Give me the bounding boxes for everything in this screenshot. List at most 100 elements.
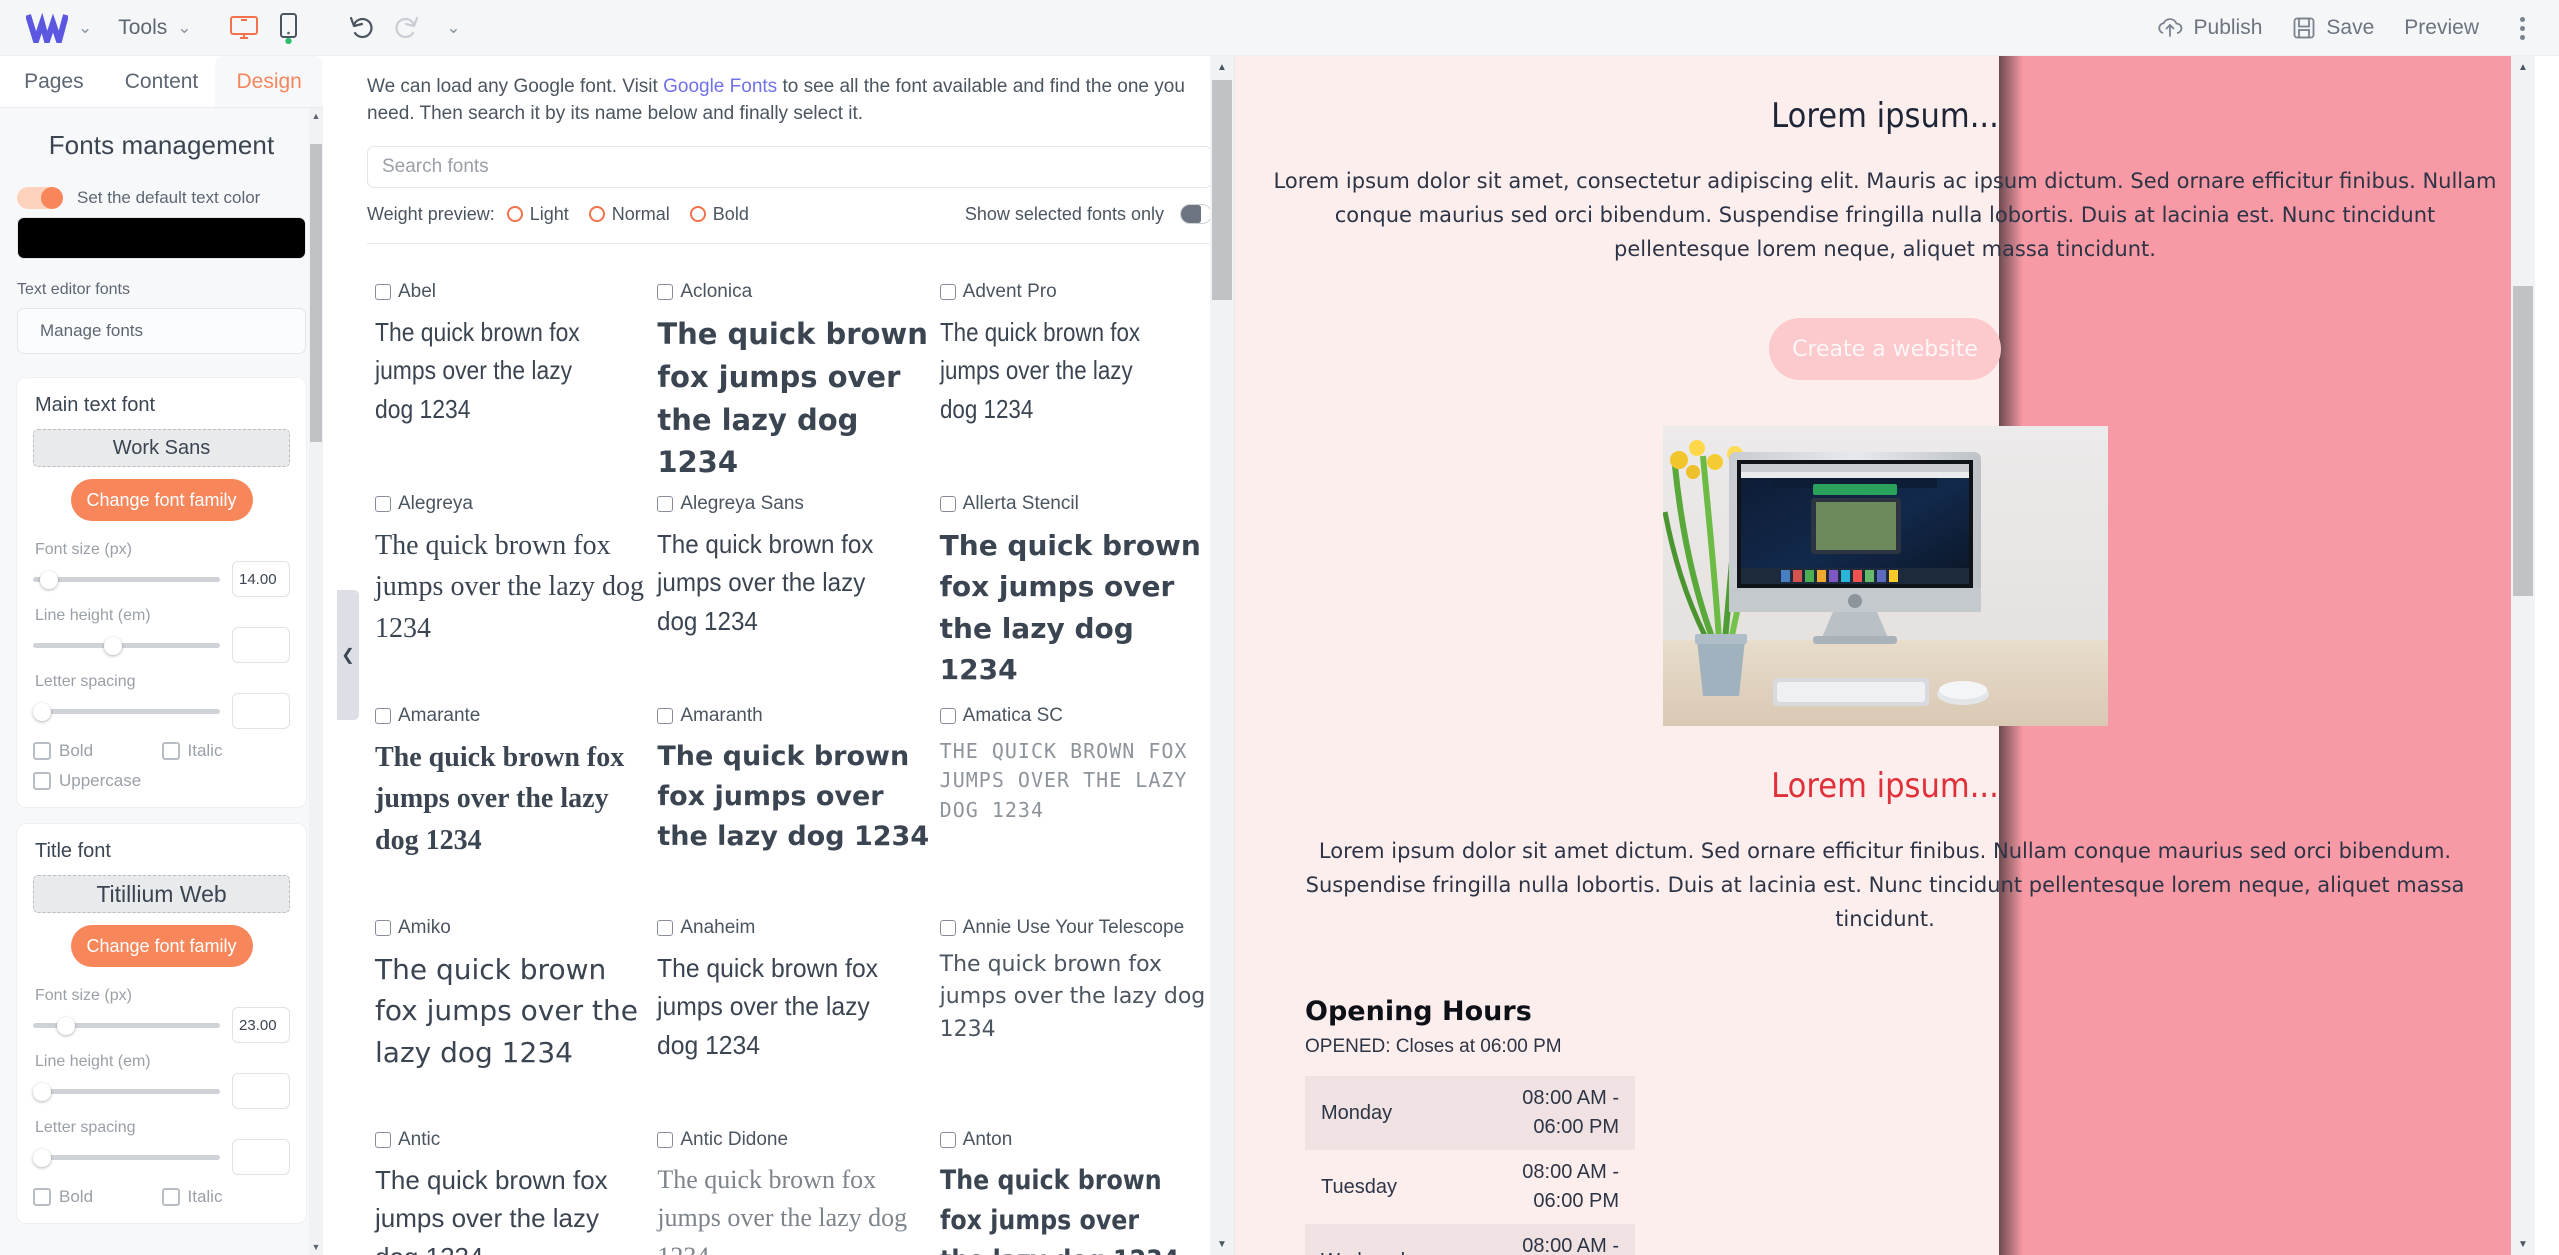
title-change-font-family-button[interactable]: Change font family: [70, 925, 253, 967]
tools-menu[interactable]: Tools ⌄: [118, 16, 191, 40]
panel-collapse-handle[interactable]: ❮: [337, 590, 359, 720]
title-bold-checkbox[interactable]: Bold: [33, 1187, 162, 1207]
tab-pages[interactable]: Pages: [0, 56, 108, 107]
title-italic-checkbox[interactable]: Italic: [161, 1187, 291, 1207]
font-item[interactable]: Antic Didone The quick brown fox jumps o…: [657, 1128, 929, 1255]
font-item[interactable]: Alegreya Sans The quick brown fox jumps …: [657, 492, 929, 704]
font-checkbox[interactable]: [375, 707, 391, 724]
main-change-font-family-button[interactable]: Change font family: [70, 479, 253, 521]
preview-section2-heading[interactable]: Lorem ipsum...: [1300, 766, 2470, 806]
scrollbar-thumb[interactable]: [310, 144, 322, 442]
title-font-name[interactable]: Titillium Web: [33, 875, 290, 913]
font-item[interactable]: Allerta Stencil The quick brown fox jump…: [939, 492, 1212, 704]
title-font-size-input[interactable]: 23.00: [232, 1007, 290, 1043]
font-item[interactable]: Alegreya The quick brown fox jumps over …: [375, 492, 647, 704]
undo-button[interactable]: [340, 8, 384, 48]
manage-fonts-button[interactable]: Manage fonts: [17, 308, 306, 354]
main-text-font-name[interactable]: Work Sans: [33, 429, 290, 467]
font-item[interactable]: Antic The quick brown fox jumps over the…: [375, 1128, 647, 1255]
font-item[interactable]: Amatica SC The quick brown fox jumps ove…: [939, 704, 1212, 916]
font-checkbox[interactable]: [657, 1131, 674, 1148]
main-uppercase-checkbox[interactable]: Uppercase: [33, 771, 162, 791]
imac-on-desk-photo[interactable]: [1662, 426, 2108, 727]
opening-hours-title[interactable]: Opening Hours: [1305, 996, 1635, 1027]
font-item[interactable]: Anton The quick brown fox jumps over the…: [939, 1128, 1212, 1255]
search-input[interactable]: Search fonts: [367, 145, 1212, 188]
font-checkbox[interactable]: [375, 283, 391, 300]
preview-button[interactable]: Preview: [2404, 16, 2479, 40]
main-line-height-input[interactable]: [232, 627, 290, 663]
font-list-scrollbar[interactable]: ▲ ▼: [1210, 56, 1234, 1255]
brand-logo-icon[interactable]: [24, 10, 70, 46]
font-item[interactable]: Amiko The quick brown fox jumps over the…: [375, 916, 647, 1128]
main-italic-checkbox[interactable]: Italic: [161, 741, 291, 761]
slider-knob[interactable]: [104, 637, 123, 655]
font-item[interactable]: Annie Use Your Telescope The quick brown…: [939, 916, 1212, 1128]
main-letter-spacing-slider[interactable]: [33, 699, 220, 723]
save-button[interactable]: Save: [2292, 16, 2374, 40]
scroll-up-arrow-icon[interactable]: ▲: [2511, 58, 2535, 76]
preview-section2-paragraph[interactable]: Lorem ipsum dolor sit amet dictum. Sed o…: [1235, 834, 2535, 936]
publish-button[interactable]: Publish: [2156, 16, 2262, 40]
title-line-height-input[interactable]: [232, 1073, 290, 1109]
font-checkbox[interactable]: [657, 495, 674, 512]
default-text-color-toggle[interactable]: [17, 187, 63, 209]
font-checkbox[interactable]: [375, 495, 391, 512]
tab-content[interactable]: Content: [107, 56, 216, 107]
weight-radio-bold[interactable]: Bold: [689, 204, 749, 225]
desktop-view-button[interactable]: [222, 8, 266, 48]
main-bold-checkbox[interactable]: Bold: [33, 741, 162, 761]
scroll-up-arrow-icon[interactable]: ▲: [309, 108, 323, 124]
preview-section1-heading[interactable]: Lorem ipsum...: [1300, 96, 2470, 136]
title-font-size-slider[interactable]: [33, 1013, 220, 1037]
slider-knob[interactable]: [57, 1017, 76, 1035]
font-checkbox[interactable]: [939, 283, 956, 300]
font-checkbox[interactable]: [375, 919, 391, 936]
default-text-color-swatch[interactable]: [17, 217, 306, 259]
scroll-down-arrow-icon[interactable]: ▼: [1210, 1235, 1234, 1253]
font-item[interactable]: Amarante The quick brown fox jumps over …: [375, 704, 647, 916]
main-font-size-slider[interactable]: [33, 567, 220, 591]
show-selected-only-toggle[interactable]: [1180, 204, 1212, 225]
weight-radio-normal[interactable]: Normal: [588, 204, 670, 225]
tab-design[interactable]: Design: [215, 56, 324, 107]
preview-create-website-button[interactable]: Create a website: [1769, 318, 2001, 381]
font-checkbox[interactable]: [939, 495, 956, 512]
scroll-down-arrow-icon[interactable]: ▼: [309, 1239, 323, 1255]
more-vertical-icon[interactable]: [2505, 8, 2539, 48]
scrollbar-thumb[interactable]: [2513, 286, 2533, 596]
font-item[interactable]: Advent Pro The quick brown fox jumps ove…: [939, 280, 1212, 492]
font-item[interactable]: Aclonica The quick brown fox jumps over …: [657, 280, 929, 492]
font-checkbox[interactable]: [375, 1131, 391, 1148]
font-item[interactable]: Abel The quick brown fox jumps over the …: [375, 280, 647, 492]
scrollbar-thumb[interactable]: [1212, 80, 1232, 300]
slider-knob[interactable]: [33, 1149, 51, 1167]
sidebar-scrollbar[interactable]: ▲ ▼: [309, 108, 323, 1255]
font-item[interactable]: Amaranth The quick brown fox jumps over …: [657, 704, 929, 916]
default-text-color-toggle-row[interactable]: Set the default text color: [17, 187, 306, 209]
scroll-down-arrow-icon[interactable]: ▼: [2511, 1235, 2535, 1253]
font-checkbox[interactable]: [657, 919, 674, 936]
font-checkbox[interactable]: [657, 707, 674, 724]
slider-knob[interactable]: [33, 703, 51, 721]
more-actions-chevron-down-icon[interactable]: ⌄: [428, 8, 472, 48]
main-line-height-slider[interactable]: [33, 633, 220, 657]
slider-knob[interactable]: [33, 1083, 51, 1101]
scroll-up-arrow-icon[interactable]: ▲: [1210, 58, 1234, 76]
font-checkbox[interactable]: [939, 707, 956, 724]
show-selected-only-row[interactable]: Show selected fonts only: [965, 204, 1212, 225]
font-checkbox[interactable]: [657, 283, 674, 300]
redo-button[interactable]: [384, 8, 428, 48]
brand-chevron-down-icon[interactable]: ⌄: [78, 19, 92, 36]
preview-section1-paragraph[interactable]: Lorem ipsum dolor sit amet, consectetur …: [1235, 164, 2535, 266]
slider-knob[interactable]: [40, 571, 59, 589]
title-letter-spacing-slider[interactable]: [33, 1145, 220, 1169]
google-fonts-link[interactable]: Google Fonts: [663, 76, 777, 97]
font-checkbox[interactable]: [939, 1131, 956, 1148]
weight-radio-light[interactable]: Light: [506, 204, 569, 225]
title-letter-spacing-input[interactable]: [232, 1139, 290, 1175]
font-item[interactable]: Anaheim The quick brown fox jumps over t…: [657, 916, 929, 1128]
title-line-height-slider[interactable]: [33, 1079, 220, 1103]
main-letter-spacing-input[interactable]: [232, 693, 290, 729]
font-checkbox[interactable]: [939, 919, 956, 936]
